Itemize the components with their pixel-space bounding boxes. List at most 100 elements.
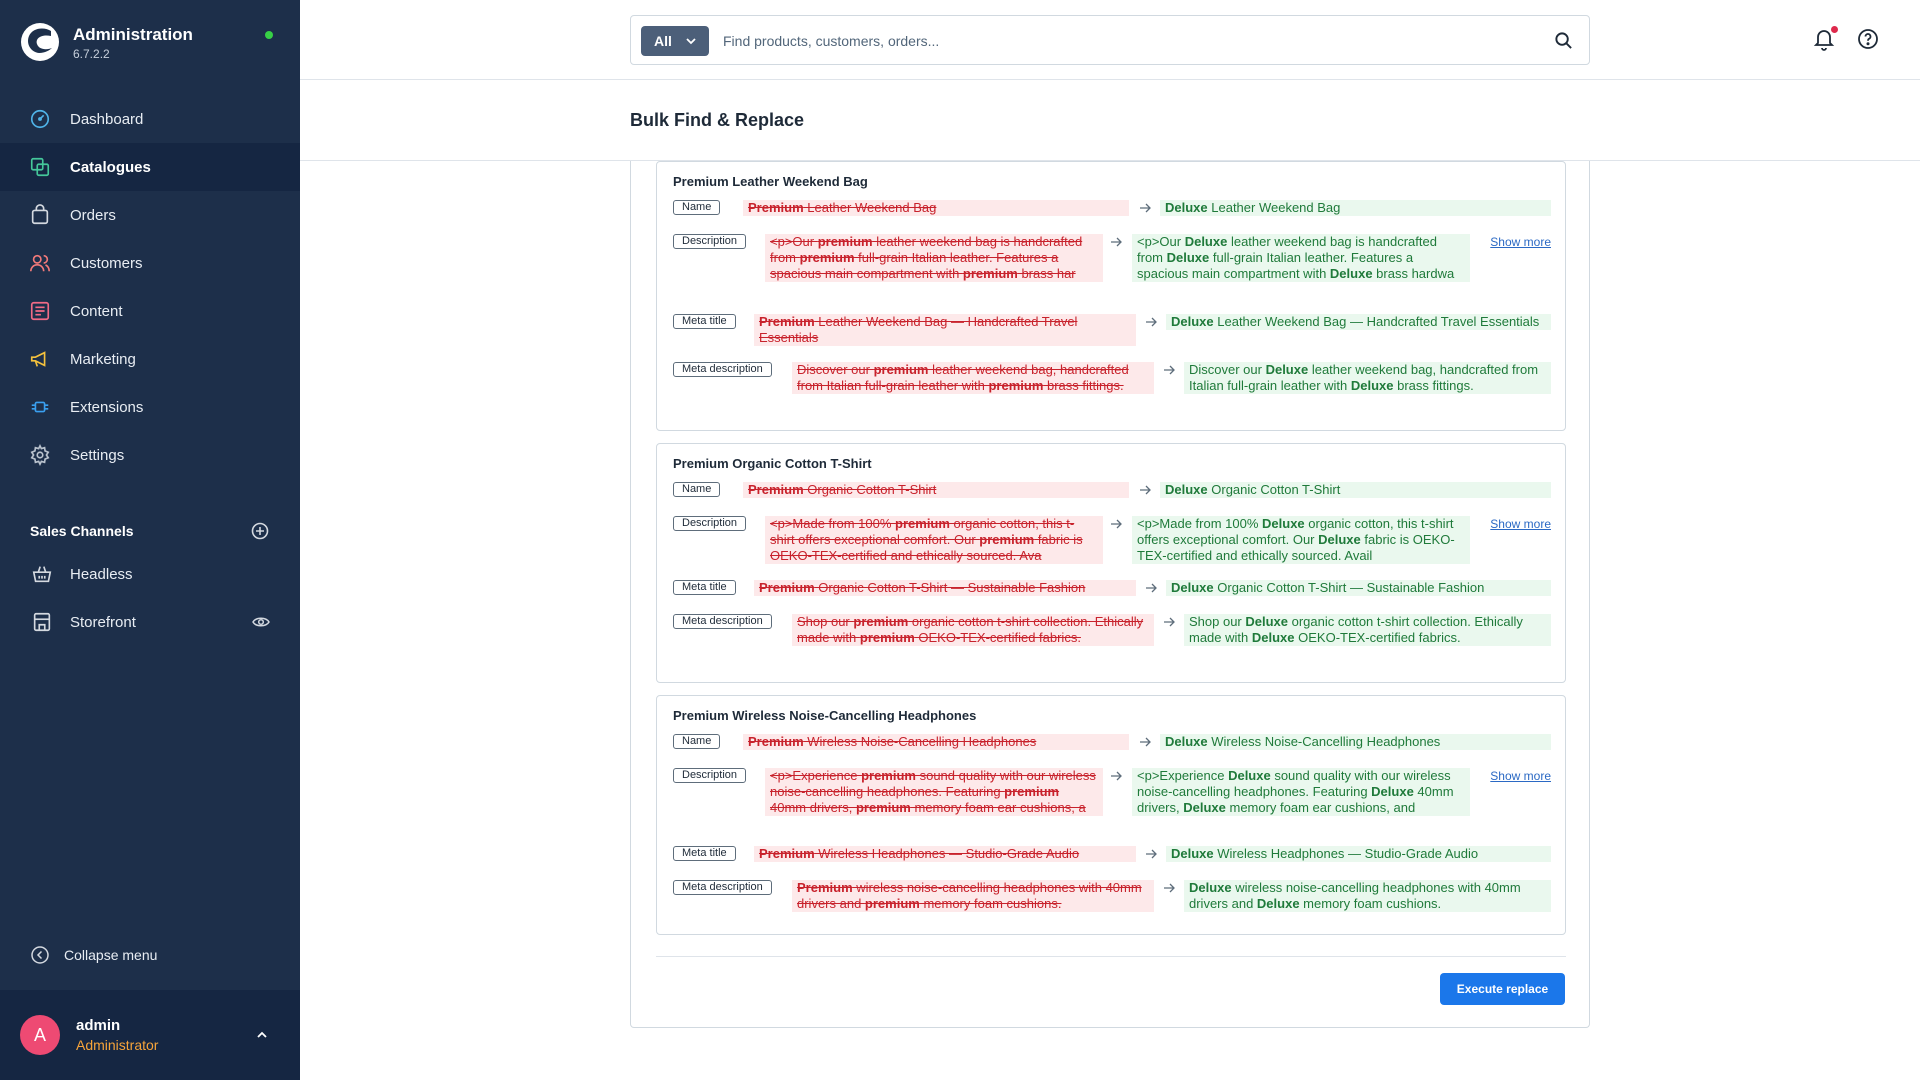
field-tag: Description (673, 516, 747, 531)
chevron-up-icon[interactable] (255, 1028, 269, 1042)
new-value: Deluxe wireless noise-cancelling headpho… (1184, 880, 1551, 912)
nav-item-marketing[interactable]: Marketing (0, 335, 300, 383)
arrow-right-icon (1140, 737, 1151, 747)
old-value: Premium wireless noise-cancelling headph… (792, 880, 1154, 912)
nav-label: Customers (70, 254, 143, 272)
user-name: admin (76, 1017, 121, 1034)
shopware-logo-icon (21, 23, 59, 61)
sales-channel-label: Headless (70, 565, 133, 583)
old-value: Shop our premium organic cotton t-shirt … (792, 614, 1154, 646)
new-value: Deluxe Leather Weekend Bag (1160, 200, 1551, 216)
nav-item-customers[interactable]: Customers (0, 239, 300, 287)
new-value: Deluxe Wireless Noise-Cancelling Headpho… (1160, 734, 1551, 750)
eye-icon[interactable] (252, 614, 270, 630)
app-title: Administration (73, 25, 193, 44)
old-value: Premium Organic Cotton T-Shirt — Sustain… (754, 580, 1136, 596)
new-value: Deluxe Organic Cotton T-Shirt (1160, 482, 1551, 498)
sales-channel-storefront[interactable]: Storefront (0, 598, 300, 646)
plug-icon (28, 395, 52, 419)
field-tag: Meta title (673, 580, 736, 595)
users-icon (28, 251, 52, 275)
field-row-meta-description: Meta description Discover our premium le… (673, 362, 1551, 412)
nav-label: Content (70, 302, 123, 320)
nav-label: Settings (70, 446, 125, 464)
arrow-right-icon (1111, 237, 1122, 247)
sales-channels-title: Sales Channels (30, 523, 134, 539)
show-more-link[interactable]: Show more (1490, 769, 1551, 783)
status-indicator (265, 31, 273, 39)
field-row-meta-title: Meta title Premium Organic Cotton T-Shir… (673, 580, 1551, 600)
search-type-dropdown[interactable]: All (641, 26, 709, 56)
help-icon[interactable] (1857, 28, 1879, 50)
field-row-description: Description <p>Made from 100% premium or… (673, 516, 1551, 566)
field-tag: Name (673, 734, 721, 749)
collapse-menu-label: Collapse menu (64, 947, 158, 963)
global-search: All (630, 15, 1590, 65)
replace-preview-card: Premium Leather Weekend Bag Name Premium… (630, 161, 1590, 1028)
sales-channels-header: Sales Channels (30, 520, 270, 542)
field-tag: Meta description (673, 362, 772, 377)
gear-icon (28, 443, 52, 467)
field-row-name: Name Premium Organic Cotton T-Shirt Delu… (673, 482, 1551, 502)
arrow-right-icon (1111, 771, 1122, 781)
search-input[interactable] (723, 28, 1523, 54)
basket-icon (30, 562, 54, 586)
show-more-link[interactable]: Show more (1490, 517, 1551, 531)
new-value: Discover our Deluxe leather weekend bag,… (1184, 362, 1551, 394)
new-value: Deluxe Wireless Headphones — Studio-Grad… (1166, 846, 1551, 862)
field-tag: Meta description (673, 614, 772, 629)
arrow-right-icon (1164, 883, 1175, 893)
user-menu[interactable]: A admin Administrator (0, 990, 300, 1080)
old-value: Discover our premium leather weekend bag… (792, 362, 1154, 394)
field-row-description: Description <p>Experience premium sound … (673, 768, 1551, 832)
new-value: Shop our Deluxe organic cotton t-shirt c… (1184, 614, 1551, 646)
product-group: Premium Leather Weekend Bag Name Premium… (656, 161, 1566, 431)
field-tag: Description (673, 234, 747, 249)
field-tag: Name (673, 200, 721, 215)
brand: Administration 6.7.2.2 (20, 22, 280, 66)
top-bar: All (300, 0, 1920, 80)
nav-item-catalogues[interactable]: Catalogues (0, 143, 300, 191)
nav-label: Orders (70, 206, 116, 224)
field-tag: Meta description (673, 880, 772, 895)
field-tag: Meta title (673, 314, 736, 329)
nav-item-orders[interactable]: Orders (0, 191, 300, 239)
sales-channel-label: Storefront (70, 613, 136, 631)
old-value: Premium Wireless Headphones — Studio-Gra… (754, 846, 1136, 862)
megaphone-icon (28, 347, 52, 371)
field-row-name: Name Premium Wireless Noise-Cancelling H… (673, 734, 1551, 754)
sales-channel-headless[interactable]: Headless (0, 550, 300, 598)
sales-channel-list: Headless Storefront (0, 550, 300, 646)
collapse-menu[interactable]: Collapse menu (30, 945, 157, 965)
execute-replace-button[interactable]: Execute replace (1440, 973, 1565, 1005)
field-row-meta-title: Meta title Premium Leather Weekend Bag —… (673, 314, 1551, 348)
product-group: Premium Wireless Noise-Cancelling Headph… (656, 695, 1566, 935)
old-value: Premium Leather Weekend Bag (743, 200, 1129, 216)
nav-item-settings[interactable]: Settings (0, 431, 300, 479)
old-value: <p>Our premium leather weekend bag is ha… (765, 234, 1103, 282)
shopping-bag-icon (28, 203, 52, 227)
show-more-link[interactable]: Show more (1490, 235, 1551, 249)
catalogue-icon (28, 155, 52, 179)
storefront-icon (30, 610, 54, 634)
add-sales-channel-icon[interactable] (250, 521, 270, 541)
nav-item-extensions[interactable]: Extensions (0, 383, 300, 431)
field-row-meta-description: Meta description Shop our premium organi… (673, 614, 1551, 664)
user-role: Administrator (76, 1037, 159, 1053)
old-value: Premium Organic Cotton T-Shirt (743, 482, 1129, 498)
arrow-right-icon (1146, 583, 1157, 593)
gauge-icon (28, 107, 52, 131)
field-tag: Meta title (673, 846, 736, 861)
nav-item-content[interactable]: Content (0, 287, 300, 335)
chevron-down-icon (686, 38, 696, 45)
old-value: <p>Experience premium sound quality with… (765, 768, 1103, 816)
search-icon[interactable] (1554, 31, 1573, 50)
page-title: Bulk Find & Replace (630, 110, 805, 130)
search-type-label: All (654, 33, 672, 49)
content-list-icon (28, 299, 52, 323)
nav-item-dashboard[interactable]: Dashboard (0, 95, 300, 143)
chevron-left-circle-icon (30, 945, 50, 965)
old-value: Premium Leather Weekend Bag — Handcrafte… (754, 314, 1136, 346)
nav-label: Marketing (70, 350, 136, 368)
nav-label: Catalogues (70, 158, 151, 176)
